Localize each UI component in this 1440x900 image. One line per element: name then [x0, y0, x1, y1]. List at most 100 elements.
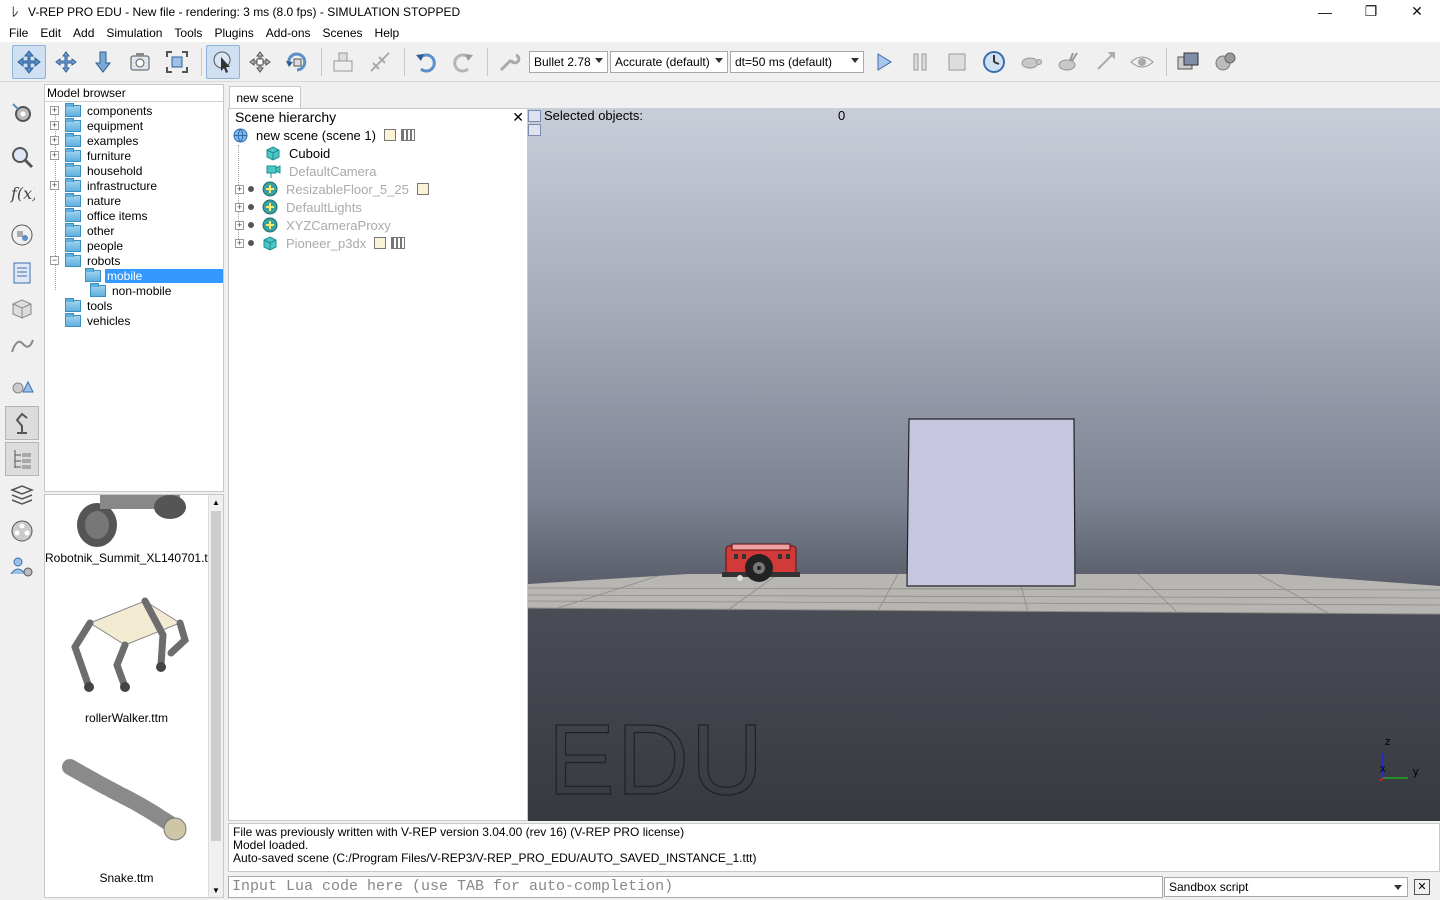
object-rotate-button[interactable] — [280, 45, 314, 79]
shape-edit-button[interactable] — [5, 218, 39, 252]
clear-console-button[interactable]: ✕ — [1414, 879, 1430, 895]
thread-rendering-button[interactable] — [1088, 45, 1122, 79]
hierarchy-item-defaultcamera[interactable]: DefaultCamera — [265, 162, 376, 180]
thumbnails-scrollbar[interactable]: ▲ ▼ — [208, 495, 223, 897]
script-icon[interactable] — [416, 183, 429, 195]
hierarchy-item-resizablefloor[interactable]: + ResizableFloor_5_25 — [235, 180, 429, 198]
script-target-select[interactable]: Sandbox script — [1164, 877, 1408, 897]
close-button[interactable]: ✕ — [1394, 0, 1440, 23]
expand-icon[interactable]: + — [50, 136, 59, 145]
menu-scenes[interactable]: Scenes — [317, 26, 369, 40]
menu-tools[interactable]: Tools — [168, 26, 208, 40]
customization-icon[interactable] — [391, 237, 406, 249]
real-time-button[interactable] — [977, 45, 1011, 79]
folder-nature[interactable]: nature — [50, 192, 123, 208]
physics-engine-select[interactable]: Bullet 2.78 — [529, 50, 608, 73]
model-thumbnail-rollerwalker[interactable] — [45, 595, 208, 695]
menu-file[interactable]: File — [3, 26, 34, 40]
folder-non-mobile[interactable]: non-mobile — [90, 282, 173, 298]
folder-components[interactable]: + components — [50, 102, 154, 118]
undo-button[interactable] — [409, 45, 443, 79]
model-thumbnail-robotnik[interactable] — [45, 495, 208, 555]
scripts-button[interactable]: f(x) — [5, 176, 39, 210]
minimize-button[interactable]: — — [1302, 0, 1348, 23]
close-icon[interactable]: ✕ — [512, 110, 524, 124]
pause-simulation-button[interactable] — [903, 45, 937, 79]
folder-robots[interactable]: − robots — [50, 252, 122, 268]
folder-people[interactable]: people — [50, 237, 125, 253]
folder-infrastructure[interactable]: + infrastructure — [50, 177, 159, 193]
collections-button[interactable] — [5, 368, 39, 402]
path-edit-button[interactable] — [5, 328, 39, 362]
menu-help[interactable]: Help — [369, 26, 406, 40]
layers-button[interactable] — [5, 478, 39, 512]
model-browser-toggle-button[interactable] — [5, 406, 39, 440]
hierarchy-item-pioneer[interactable]: + Pioneer_p3dx — [235, 234, 406, 252]
menu-plugins[interactable]: Plugins — [208, 26, 259, 40]
folder-tools[interactable]: tools — [50, 297, 114, 313]
object-shift-button[interactable] — [243, 45, 277, 79]
collapse-icon[interactable]: − — [50, 256, 59, 265]
video-recorder-button[interactable] — [5, 514, 39, 548]
fit-to-view-button[interactable] — [160, 45, 194, 79]
customization-icon[interactable] — [400, 129, 415, 141]
folder-office-items[interactable]: office items — [50, 207, 149, 223]
folder-vehicles[interactable]: vehicles — [50, 312, 132, 328]
simulation-settings-button[interactable] — [5, 96, 39, 130]
expand-icon[interactable]: + — [50, 106, 59, 115]
folder-furniture[interactable]: + furniture — [50, 147, 133, 163]
menu-edit[interactable]: Edit — [34, 26, 67, 40]
dynamics-toggle-button[interactable] — [492, 45, 526, 79]
user-settings-button[interactable] — [5, 550, 39, 584]
stop-simulation-button[interactable] — [940, 45, 974, 79]
scene-root[interactable]: new scene (scene 1) — [232, 126, 415, 144]
folder-other[interactable]: other — [50, 222, 116, 238]
assemble-button[interactable] — [326, 45, 360, 79]
transfer-dna-button[interactable] — [363, 45, 397, 79]
visualization-toggle-button[interactable] — [1125, 45, 1159, 79]
scene-hierarchy-toggle-button[interactable] — [5, 442, 39, 476]
restore-button[interactable]: ❐ — [1348, 0, 1394, 23]
expand-icon[interactable]: + — [235, 220, 244, 230]
cuboid-object[interactable] — [906, 418, 1076, 587]
speed-up-button[interactable] — [1051, 45, 1085, 79]
pioneer-robot[interactable] — [722, 543, 800, 582]
object-properties-button[interactable] — [5, 292, 39, 326]
expand-icon[interactable]: + — [235, 238, 244, 248]
folder-examples[interactable]: + examples — [50, 132, 140, 148]
camera-angle-button[interactable] — [123, 45, 157, 79]
page-selector-button[interactable] — [1171, 45, 1205, 79]
expand-icon[interactable]: + — [50, 181, 59, 190]
scene-selector-button[interactable] — [1208, 45, 1242, 79]
page-properties-button[interactable] — [5, 256, 39, 290]
script-icon[interactable] — [383, 129, 396, 141]
folder-household[interactable]: household — [50, 162, 144, 178]
menu-add-ons[interactable]: Add-ons — [260, 26, 317, 40]
lua-command-input[interactable]: Input Lua code here (use TAB for auto-co… — [228, 876, 1163, 898]
expand-icon[interactable]: + — [50, 121, 59, 130]
expand-icon[interactable]: + — [235, 202, 244, 212]
timestep-select[interactable]: dt=50 ms (default) — [730, 50, 864, 73]
hierarchy-item-defaultlights[interactable]: + DefaultLights — [235, 198, 362, 216]
folder-mobile[interactable]: mobile — [85, 267, 223, 283]
folder-equipment[interactable]: + equipment — [50, 117, 145, 133]
tab-new-scene[interactable]: new scene — [229, 86, 301, 108]
expand-icon[interactable]: + — [235, 184, 244, 194]
menu-add[interactable]: Add — [67, 26, 100, 40]
scene-viewport[interactable]: Selected objects: 0 EDU z x y — [528, 108, 1440, 821]
camera-rotate-button[interactable] — [49, 45, 83, 79]
calculation-modules-button[interactable] — [5, 140, 39, 174]
menu-simulation[interactable]: Simulation — [100, 26, 168, 40]
slow-down-button[interactable] — [1014, 45, 1048, 79]
status-console[interactable]: File was previously written with V-REP v… — [228, 823, 1440, 872]
scroll-down-icon[interactable]: ▼ — [212, 886, 220, 895]
camera-shift-button[interactable] — [86, 45, 120, 79]
object-select-button[interactable] — [206, 44, 240, 79]
script-icon[interactable] — [374, 237, 387, 249]
scroll-up-icon[interactable]: ▲ — [212, 498, 220, 507]
scrollbar-thumb[interactable] — [211, 511, 221, 841]
redo-button[interactable] — [446, 45, 480, 79]
camera-pan-button[interactable] — [12, 44, 46, 79]
expand-icon[interactable]: + — [50, 151, 59, 160]
start-simulation-button[interactable] — [866, 45, 900, 79]
